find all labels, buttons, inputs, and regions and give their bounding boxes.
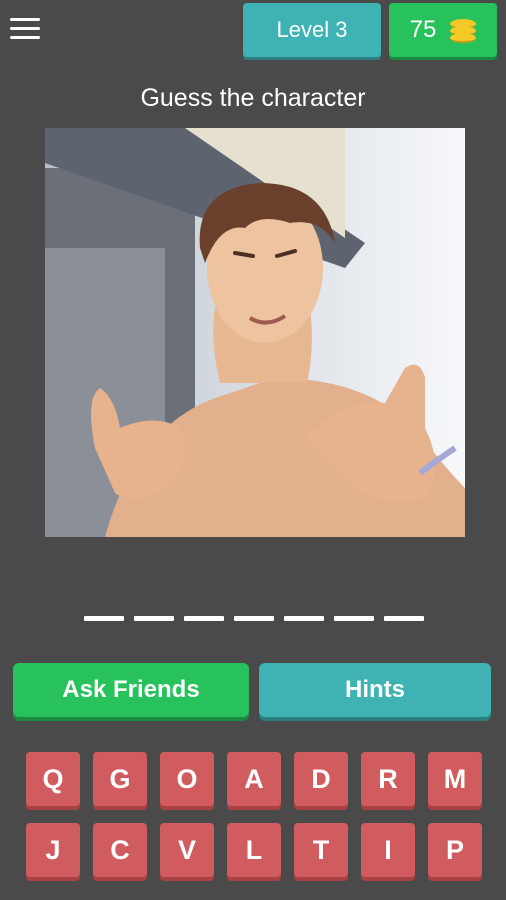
ask-friends-label: Ask Friends <box>62 676 200 703</box>
answer-slot[interactable] <box>84 616 124 621</box>
coins-count: 75 <box>409 16 437 43</box>
answer-slot[interactable] <box>384 616 424 621</box>
letter-key[interactable]: D <box>294 752 348 806</box>
letter-key[interactable]: A <box>227 752 281 806</box>
letter-key[interactable]: R <box>361 752 415 806</box>
letter-key[interactable]: O <box>160 752 214 806</box>
answer-slot[interactable] <box>334 616 374 621</box>
letter-key[interactable]: J <box>26 823 80 877</box>
letter-key[interactable]: P <box>428 823 482 877</box>
coins-badge[interactable]: 75 <box>389 3 497 57</box>
letter-key[interactable]: V <box>160 823 214 877</box>
level-badge: Level 3 <box>243 3 381 57</box>
letter-key[interactable]: Q <box>26 752 80 806</box>
answer-slot[interactable] <box>184 616 224 621</box>
answer-slot[interactable] <box>134 616 174 621</box>
ask-friends-button[interactable]: Ask Friends <box>13 663 249 717</box>
letter-key[interactable]: I <box>361 823 415 877</box>
hints-label: Hints <box>345 676 405 703</box>
answer-slot[interactable] <box>234 616 274 621</box>
page-title: Guess the character <box>140 84 366 112</box>
coin-stack-icon <box>450 19 477 43</box>
puzzle-image <box>45 128 465 537</box>
menu-icon[interactable] <box>10 16 40 42</box>
letter-key[interactable]: G <box>93 752 147 806</box>
letter-key[interactable]: C <box>93 823 147 877</box>
letter-key[interactable]: T <box>294 823 348 877</box>
level-label: Level 3 <box>276 17 348 42</box>
answer-slot[interactable] <box>284 616 324 621</box>
letter-key[interactable]: M <box>428 752 482 806</box>
letter-key[interactable]: L <box>227 823 281 877</box>
hints-button[interactable]: Hints <box>259 663 491 717</box>
answer-slots <box>84 616 424 624</box>
